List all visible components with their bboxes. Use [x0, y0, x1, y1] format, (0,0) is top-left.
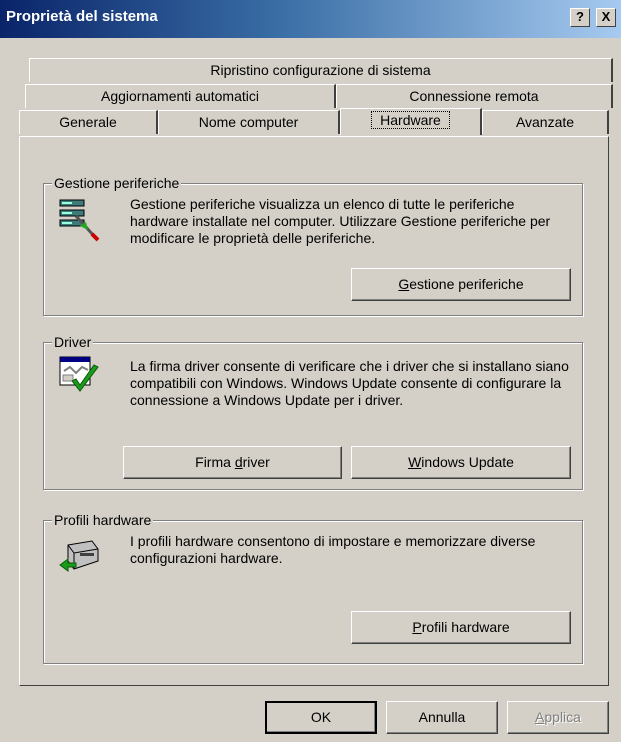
mnemonic: d — [234, 454, 243, 470]
tab-label: Connessione remota — [409, 88, 539, 104]
mnemonic: P — [412, 619, 422, 635]
hardware-profiles-description: I profili hardware consentono di imposta… — [130, 533, 536, 566]
hardware-profiles-button[interactable]: Profili hardware — [351, 611, 571, 644]
apply-button[interactable]: Applica — [507, 701, 609, 734]
group-title: Driver — [52, 334, 94, 350]
tab-nome-computer[interactable]: Nome computer — [158, 110, 340, 134]
tab-generale[interactable]: Generale — [19, 110, 158, 134]
close-button[interactable]: X — [596, 8, 616, 27]
tab-label: Avanzate — [515, 114, 575, 130]
group-title: Gestione periferiche — [52, 175, 182, 191]
device-manager-description: Gestione periferiche visualizza un elenc… — [130, 196, 551, 246]
tab-aggiornamenti[interactable]: Aggiornamenti automatici — [25, 84, 336, 108]
cancel-button[interactable]: Annulla — [386, 701, 498, 734]
tab-label: Hardware — [371, 111, 450, 129]
tab-avanzate[interactable]: Avanzate — [482, 110, 609, 134]
driver-signing-icon — [59, 356, 99, 392]
tab-panel-hardware: Gestione periferiche Gestione periferich… — [19, 136, 609, 686]
tab-label: Generale — [59, 114, 117, 130]
ok-button[interactable]: OK — [265, 701, 377, 734]
help-button[interactable]: ? — [570, 8, 590, 27]
driver-signing-button[interactable]: Firma driver — [123, 446, 342, 479]
hardware-profiles-icon — [59, 540, 99, 572]
driver-description: La firma driver consente di verificare c… — [130, 358, 569, 408]
mnemonic: A — [535, 709, 545, 725]
button-label: river — [242, 454, 270, 470]
tab-hardware[interactable]: Hardware — [340, 108, 482, 135]
tab-ripristino[interactable]: Ripristino configurazione di sistema — [29, 58, 613, 82]
window-title: Proprietà del sistema — [6, 8, 158, 25]
group-title: Profili hardware — [52, 512, 154, 528]
button-label: rofili hardware — [421, 619, 510, 635]
mnemonic: G — [398, 276, 410, 292]
device-manager-button[interactable]: Gestione periferiche — [351, 268, 571, 301]
hardware-profiles-group: Profili hardware I profili hardware cons… — [43, 512, 583, 664]
button-label: pplica — [544, 709, 581, 725]
button-label: estione periferiche — [409, 276, 524, 292]
button-label: indows Update — [421, 454, 514, 470]
tab-label: Nome computer — [198, 114, 299, 130]
driver-group: Driver La firma driver consente di verif… — [43, 334, 583, 490]
button-label: Firma — [195, 454, 235, 470]
tab-label: Ripristino configurazione di sistema — [210, 62, 431, 78]
title-bar[interactable]: Proprietà del sistema ? X — [0, 0, 621, 38]
device-manager-icon — [59, 199, 100, 242]
windows-update-button[interactable]: Windows Update — [351, 446, 571, 479]
mnemonic: W — [408, 454, 422, 470]
tab-label: Aggiornamenti automatici — [101, 88, 259, 104]
tab-connessione-remota[interactable]: Connessione remota — [336, 84, 613, 108]
system-properties-dialog: Proprietà del sistema ? X Ripristino con… — [0, 0, 621, 742]
device-manager-group: Gestione periferiche Gestione periferich… — [43, 175, 583, 316]
